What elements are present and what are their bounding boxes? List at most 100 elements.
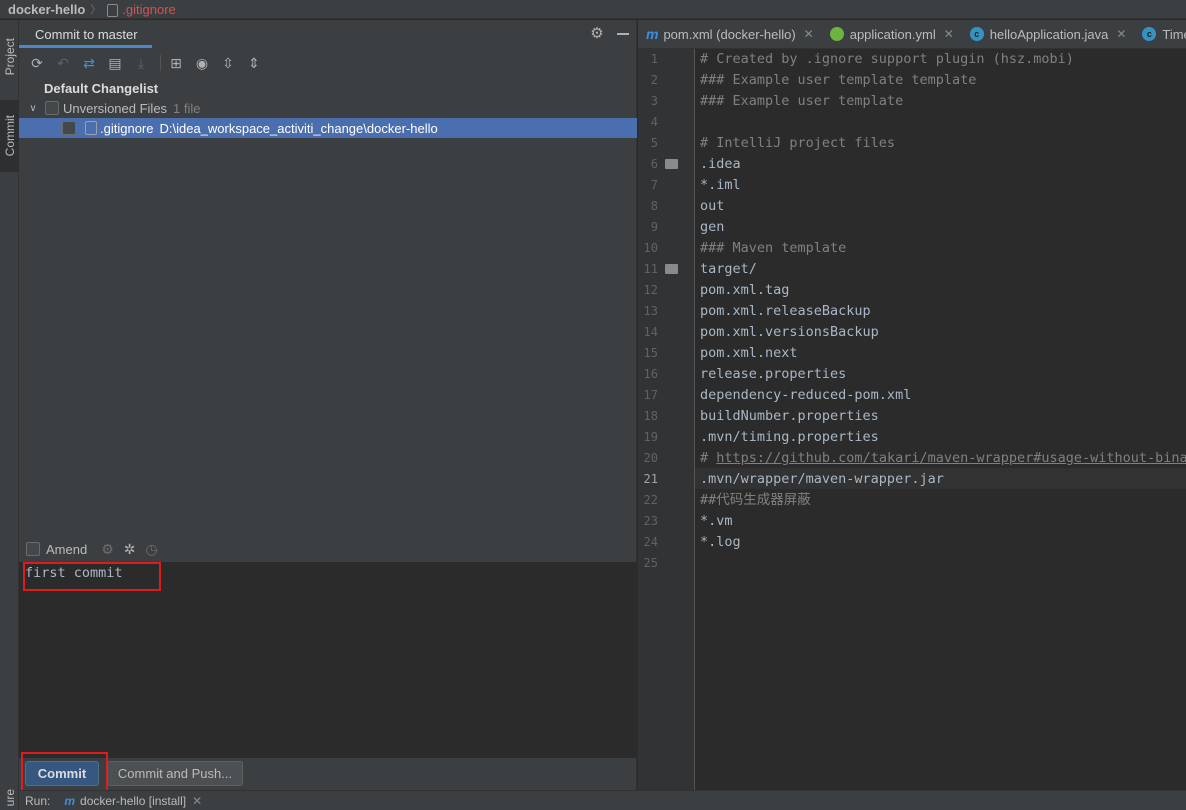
eye-icon[interactable]: ◉ <box>191 52 213 74</box>
line-number: 22 <box>643 493 658 507</box>
rollback-icon[interactable]: ↶ <box>52 52 74 74</box>
shelve-icon[interactable]: ⤓ <box>130 52 152 74</box>
tab-label: Time <box>1162 26 1186 42</box>
line-number-gutter: 1 2 3 4 5 6 7 8 9 10 11 12 13 14 15 16 17 18 19 20 21 22 23 24 2… <box>638 49 695 790</box>
close-icon[interactable]: ✕ <box>804 27 814 41</box>
tab-application-yml[interactable]: application.yml ✕ <box>822 20 962 48</box>
line-number: 17 <box>643 388 658 402</box>
code-line[interactable]: out <box>700 196 724 217</box>
commit-panel-header: Commit to master ⚙ <box>19 20 637 48</box>
code-line[interactable]: # IntelliJ project files <box>700 133 895 154</box>
amend-label[interactable]: Amend <box>46 542 87 557</box>
code-line[interactable]: .mvn/timing.properties <box>700 427 879 448</box>
collapse-all-icon[interactable]: ⇕ <box>243 52 265 74</box>
ai-commit-message-icon[interactable]: ✲ <box>124 541 136 558</box>
code-line[interactable]: pom.xml.releaseBackup <box>700 301 871 322</box>
code-line[interactable]: *.vm <box>700 511 733 532</box>
commit-history-clock-icon[interactable]: ◷ <box>146 541 158 558</box>
line-number: 7 <box>650 178 658 192</box>
line-number: 2 <box>650 73 658 87</box>
breadcrumb-project[interactable]: docker-hello <box>8 2 85 17</box>
run-tool-bar: Run: m docker-hello [install] ✕ <box>19 790 1186 810</box>
url-link[interactable]: https://github.com/takari/maven-wrapper#… <box>716 450 1186 466</box>
commit-options-gear-icon[interactable]: ⚙ <box>101 541 114 558</box>
code-line[interactable]: .mvn/wrapper/maven-wrapper.jar <box>700 469 944 490</box>
close-icon[interactable]: ✕ <box>1116 27 1126 41</box>
amend-checkbox[interactable] <box>26 542 40 556</box>
class-icon: c <box>969 27 984 41</box>
file-checkbox[interactable] <box>62 121 76 135</box>
changelist-default[interactable]: Default Changelist <box>19 78 637 98</box>
expand-all-icon[interactable]: ⇳ <box>217 52 239 74</box>
tab-label: application.yml <box>849 26 936 42</box>
line-number: 24 <box>643 535 658 549</box>
changelist-icon[interactable]: ▤ <box>104 52 126 74</box>
code-line[interactable]: dependency-reduced-pom.xml <box>700 385 911 406</box>
show-diff-icon[interactable]: ⇄ <box>78 52 100 74</box>
close-icon[interactable]: ✕ <box>944 27 954 41</box>
file-row-gitignore[interactable]: .gitignore D:\idea_workspace_activiti_ch… <box>19 118 637 138</box>
unversioned-checkbox[interactable] <box>45 101 59 115</box>
commit-and-push-button[interactable]: Commit and Push... <box>107 761 243 786</box>
run-config-tab[interactable]: docker-hello [install] <box>80 794 186 808</box>
tab-time[interactable]: c Time <box>1134 20 1186 48</box>
gitignore-file-icon <box>107 3 119 17</box>
minimize-icon[interactable] <box>617 33 629 35</box>
toolbar-divider <box>160 55 161 71</box>
line-number: 13 <box>643 304 658 318</box>
code-line[interactable]: buildNumber.properties <box>700 406 879 427</box>
code-line[interactable]: ### Example user template template <box>700 70 976 91</box>
code-line[interactable]: pom.xml.versionsBackup <box>700 322 879 343</box>
code-line[interactable]: ### Example user template <box>700 91 903 112</box>
tab-label: helloApplication.java <box>989 26 1109 42</box>
commit-button[interactable]: Commit <box>25 761 99 786</box>
line-number: 12 <box>643 283 658 297</box>
code-line[interactable]: # https://github.com/takari/maven-wrappe… <box>700 448 1186 469</box>
line-number: 6 <box>650 157 658 171</box>
unversioned-files-node[interactable]: ∨ Unversioned Files 1 file <box>19 98 637 118</box>
line-number: 10 <box>643 241 658 255</box>
code-line[interactable]: release.properties <box>700 364 846 385</box>
annotation-highlight-box <box>23 562 161 591</box>
chevron-down-icon[interactable]: ∨ <box>27 103 39 114</box>
chevron-right-icon: 〉 <box>90 4 102 16</box>
line-number: 21 <box>643 472 658 486</box>
tab-hello-application-java[interactable]: c helloApplication.java ✕ <box>962 20 1135 48</box>
spring-icon <box>829 27 844 41</box>
code-line[interactable]: pom.xml.tag <box>700 280 789 301</box>
group-by-icon[interactable]: ⊞ <box>165 52 187 74</box>
commit-message-editor[interactable]: first commit <box>19 562 637 758</box>
commit-toolbar: ⟳ ↶ ⇄ ▤ ⤓ ⊞ ◉ ⇳ ⇕ <box>19 50 637 76</box>
tool-tab-project[interactable]: Project <box>0 26 19 88</box>
tool-tab-commit[interactable]: Commit <box>0 100 19 172</box>
tool-tab-structure[interactable]: ure <box>0 786 19 810</box>
code-line[interactable]: gen <box>700 217 724 238</box>
tab-pom-xml[interactable]: m pom.xml (docker-hello) ✕ <box>638 20 822 48</box>
code-line[interactable]: ### Maven template <box>700 238 846 259</box>
code-editor: m pom.xml (docker-hello) ✕ application.y… <box>638 20 1186 790</box>
line-number: 8 <box>650 199 658 213</box>
line-number: 19 <box>643 430 658 444</box>
code-line[interactable]: *.log <box>700 532 741 553</box>
code-line[interactable]: ##代码生成器屏蔽 <box>700 490 811 511</box>
line-number: 18 <box>643 409 658 423</box>
class-icon: c <box>1142 27 1157 41</box>
close-icon[interactable]: ✕ <box>192 794 202 808</box>
editor-tab-bar: m pom.xml (docker-hello) ✕ application.y… <box>638 20 1186 49</box>
line-number: 1 <box>650 52 658 66</box>
line-number: 25 <box>643 556 658 570</box>
line-number: 16 <box>643 367 658 381</box>
code-content[interactable]: # Created by .ignore support plugin (hsz… <box>700 49 1186 790</box>
gear-icon[interactable]: ⚙ <box>589 26 605 42</box>
folder-icon <box>665 159 678 169</box>
line-number: 5 <box>650 136 658 150</box>
breadcrumb-file[interactable]: .gitignore <box>122 2 175 17</box>
code-line[interactable]: # Created by .ignore support plugin (hsz… <box>700 49 1074 70</box>
unversioned-label: Unversioned Files <box>63 100 168 116</box>
refresh-icon[interactable]: ⟳ <box>26 52 48 74</box>
code-line[interactable]: *.iml <box>700 175 741 196</box>
code-line[interactable]: pom.xml.next <box>700 343 798 364</box>
commit-panel-title[interactable]: Commit to master <box>19 20 152 48</box>
code-line[interactable]: .idea <box>700 154 741 175</box>
code-line[interactable]: target/ <box>700 259 757 280</box>
